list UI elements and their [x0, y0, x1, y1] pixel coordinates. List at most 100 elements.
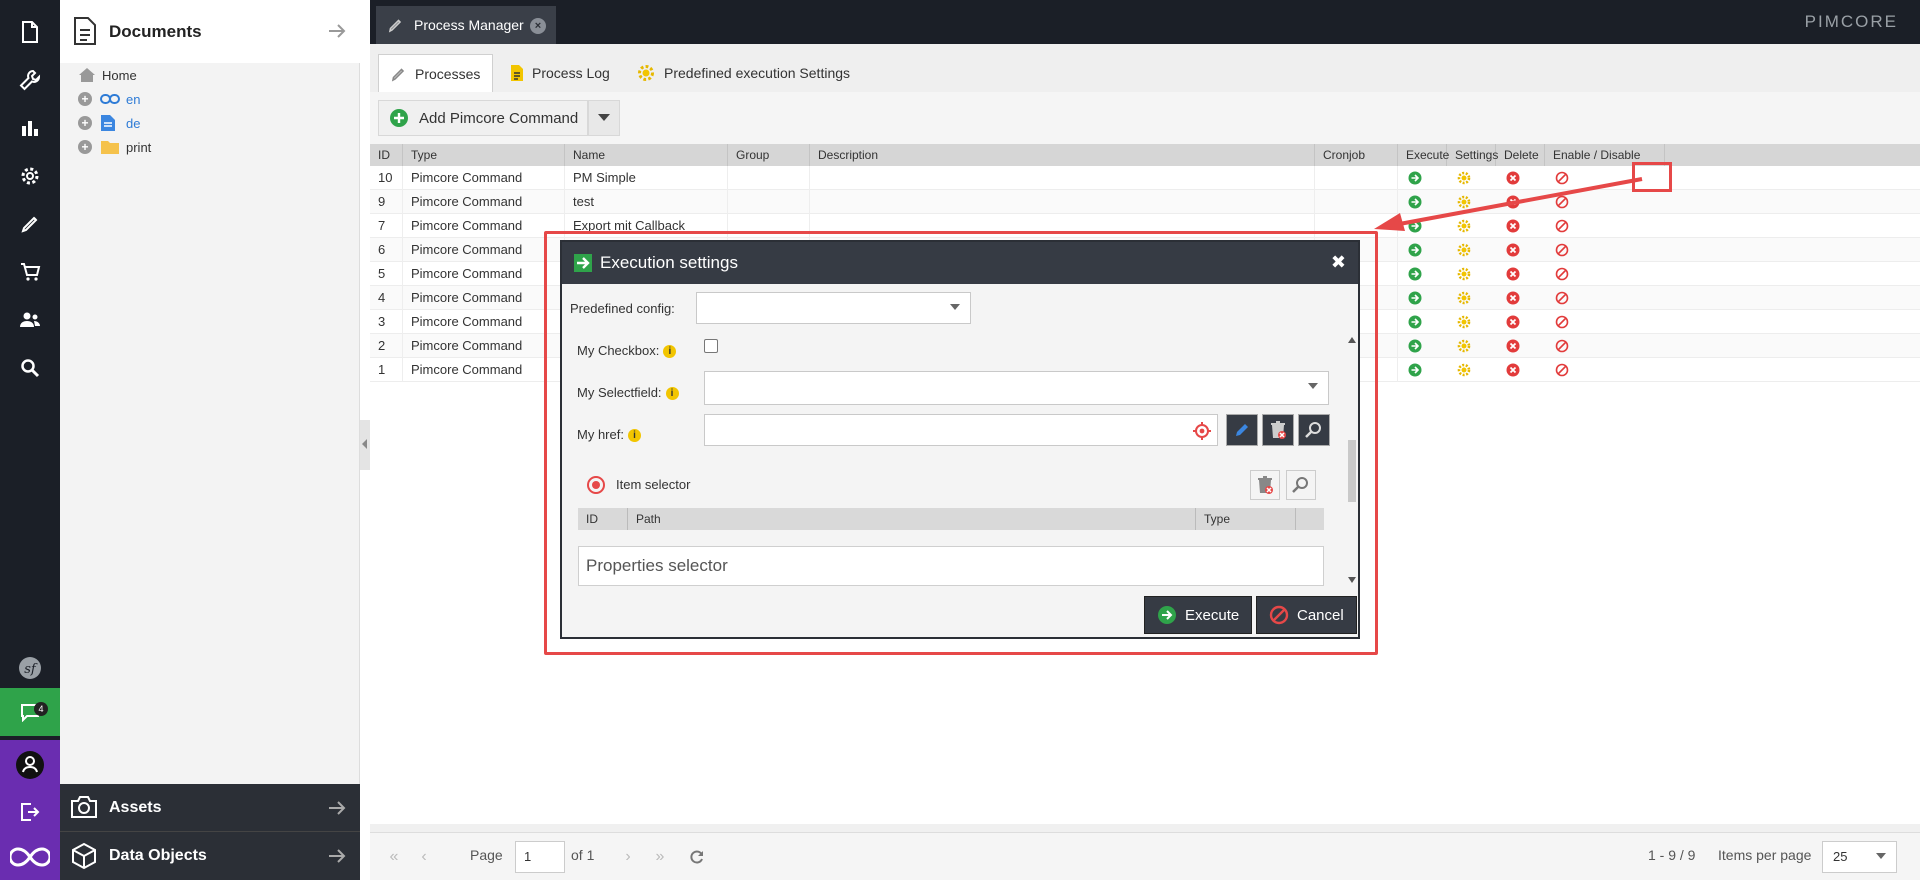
- pimcore-logo[interactable]: [0, 834, 60, 880]
- close-tab-icon[interactable]: ×: [530, 18, 546, 34]
- logout-nav-button[interactable]: [0, 790, 60, 834]
- execute-button[interactable]: Execute: [1144, 596, 1253, 634]
- users-nav-button[interactable]: [0, 296, 60, 344]
- disable-icon[interactable]: [1555, 315, 1569, 329]
- cancel-button[interactable]: Cancel: [1256, 596, 1357, 634]
- page-number-input[interactable]: 1: [515, 841, 565, 873]
- execute-icon[interactable]: [1408, 315, 1422, 329]
- clear-href-button[interactable]: [1262, 414, 1294, 446]
- disable-icon[interactable]: [1555, 243, 1569, 257]
- next-page-button[interactable]: ›: [614, 843, 642, 871]
- target-icon[interactable]: [1193, 422, 1211, 440]
- my-selectfield[interactable]: [704, 371, 1329, 405]
- arrow-right-icon[interactable]: [328, 800, 346, 816]
- scroll-thumb[interactable]: [1348, 440, 1356, 502]
- items-per-page-select[interactable]: 25: [1822, 841, 1897, 873]
- scroll-down-icon: [1348, 577, 1356, 583]
- table-row[interactable]: 10 Pimcore Command PM Simple: [370, 166, 1920, 190]
- column-header[interactable]: Settings: [1447, 144, 1498, 166]
- add-command-dropdown[interactable]: [588, 100, 620, 136]
- tree-node-print[interactable]: + print: [78, 137, 151, 157]
- arrow-right-icon[interactable]: [328, 23, 346, 39]
- assets-accordion[interactable]: Assets: [60, 784, 360, 832]
- settings-icon[interactable]: [1457, 363, 1471, 377]
- prev-page-button[interactable]: ‹: [410, 843, 438, 871]
- my-href-input[interactable]: [704, 414, 1218, 446]
- execute-icon[interactable]: [1408, 339, 1422, 353]
- data-objects-accordion[interactable]: Data Objects: [60, 832, 360, 880]
- edit-href-button[interactable]: [1226, 414, 1258, 446]
- column-header[interactable]: Description: [810, 144, 1315, 166]
- tree-node-en[interactable]: + en: [78, 89, 140, 109]
- column-header[interactable]: Delete: [1496, 144, 1545, 166]
- settings-icon[interactable]: [1457, 267, 1471, 281]
- predefined-config-select[interactable]: [696, 292, 971, 324]
- documents-nav-button[interactable]: [0, 8, 60, 56]
- settings-icon[interactable]: [1457, 339, 1471, 353]
- column-header[interactable]: ID: [370, 144, 403, 166]
- first-page-button[interactable]: «: [380, 843, 408, 871]
- settings-nav-button[interactable]: [0, 152, 60, 200]
- settings-icon[interactable]: [1457, 243, 1471, 257]
- expand-icon[interactable]: +: [78, 92, 92, 106]
- disable-icon[interactable]: [1555, 267, 1569, 281]
- dialog-scrollbar[interactable]: [1346, 334, 1358, 586]
- info-icon[interactable]: i: [627, 429, 641, 443]
- disable-icon[interactable]: [1555, 339, 1569, 353]
- search-items-button[interactable]: [1286, 470, 1316, 500]
- table-row[interactable]: 9 Pimcore Command test: [370, 190, 1920, 214]
- column-header[interactable]: Name: [565, 144, 728, 166]
- execute-icon[interactable]: [1408, 291, 1422, 305]
- search-nav-button[interactable]: [0, 344, 60, 392]
- search-href-button[interactable]: [1298, 414, 1330, 446]
- execute-icon[interactable]: [1408, 243, 1422, 257]
- column-header[interactable]: ID: [578, 508, 628, 530]
- column-header[interactable]: Cronjob: [1315, 144, 1398, 166]
- tree-node-de[interactable]: + de: [78, 113, 140, 133]
- delete-icon[interactable]: [1506, 267, 1520, 281]
- tab-processes[interactable]: Processes: [378, 54, 494, 92]
- execute-icon[interactable]: [1408, 267, 1422, 281]
- settings-icon[interactable]: [1457, 315, 1471, 329]
- my-checkbox[interactable]: [704, 339, 718, 353]
- disable-icon[interactable]: [1555, 363, 1569, 377]
- column-header[interactable]: Path: [628, 508, 1196, 530]
- column-header[interactable]: Group: [728, 144, 810, 166]
- delete-icon[interactable]: [1506, 339, 1520, 353]
- document-icon: [22, 21, 38, 43]
- clear-items-button[interactable]: [1250, 470, 1280, 500]
- last-page-button[interactable]: »: [646, 843, 674, 871]
- column-header[interactable]: Execute: [1398, 144, 1449, 166]
- tree-node-home[interactable]: Home: [78, 65, 137, 85]
- ecommerce-nav-button[interactable]: [0, 248, 60, 296]
- delete-icon[interactable]: [1506, 363, 1520, 377]
- tab-process-manager[interactable]: Process Manager ×: [376, 6, 556, 44]
- add-pimcore-command-button[interactable]: Add Pimcore Command: [378, 100, 588, 136]
- info-icon[interactable]: i: [665, 387, 679, 401]
- reports-nav-button[interactable]: [0, 104, 60, 152]
- column-header[interactable]: Type: [1196, 508, 1296, 530]
- process-manager-nav-button[interactable]: [0, 200, 60, 248]
- properties-selector[interactable]: Properties selector: [578, 546, 1324, 586]
- notifications-nav-button[interactable]: 4: [0, 688, 60, 736]
- tab-predefined-settings[interactable]: Predefined execution Settings: [624, 54, 862, 92]
- refresh-button[interactable]: [683, 843, 711, 871]
- disable-icon[interactable]: [1555, 291, 1569, 305]
- expand-icon[interactable]: +: [78, 140, 92, 154]
- panel-collapse-handle[interactable]: [360, 420, 370, 470]
- settings-icon[interactable]: [1457, 291, 1471, 305]
- column-header[interactable]: Type: [403, 144, 565, 166]
- delete-icon[interactable]: [1506, 243, 1520, 257]
- profile-nav-button[interactable]: [0, 740, 60, 790]
- close-icon[interactable]: ✖: [1331, 252, 1346, 273]
- delete-icon[interactable]: [1506, 291, 1520, 305]
- tree-node-label: print: [126, 139, 152, 155]
- execute-icon[interactable]: [1408, 363, 1422, 377]
- expand-icon[interactable]: +: [78, 116, 92, 130]
- delete-icon[interactable]: [1506, 315, 1520, 329]
- tab-process-log[interactable]: Process Log: [498, 54, 622, 92]
- info-icon[interactable]: i: [663, 345, 677, 359]
- arrow-right-icon[interactable]: [328, 848, 346, 864]
- tools-nav-button[interactable]: [0, 56, 60, 104]
- symfony-nav-button[interactable]: sf: [0, 644, 60, 692]
